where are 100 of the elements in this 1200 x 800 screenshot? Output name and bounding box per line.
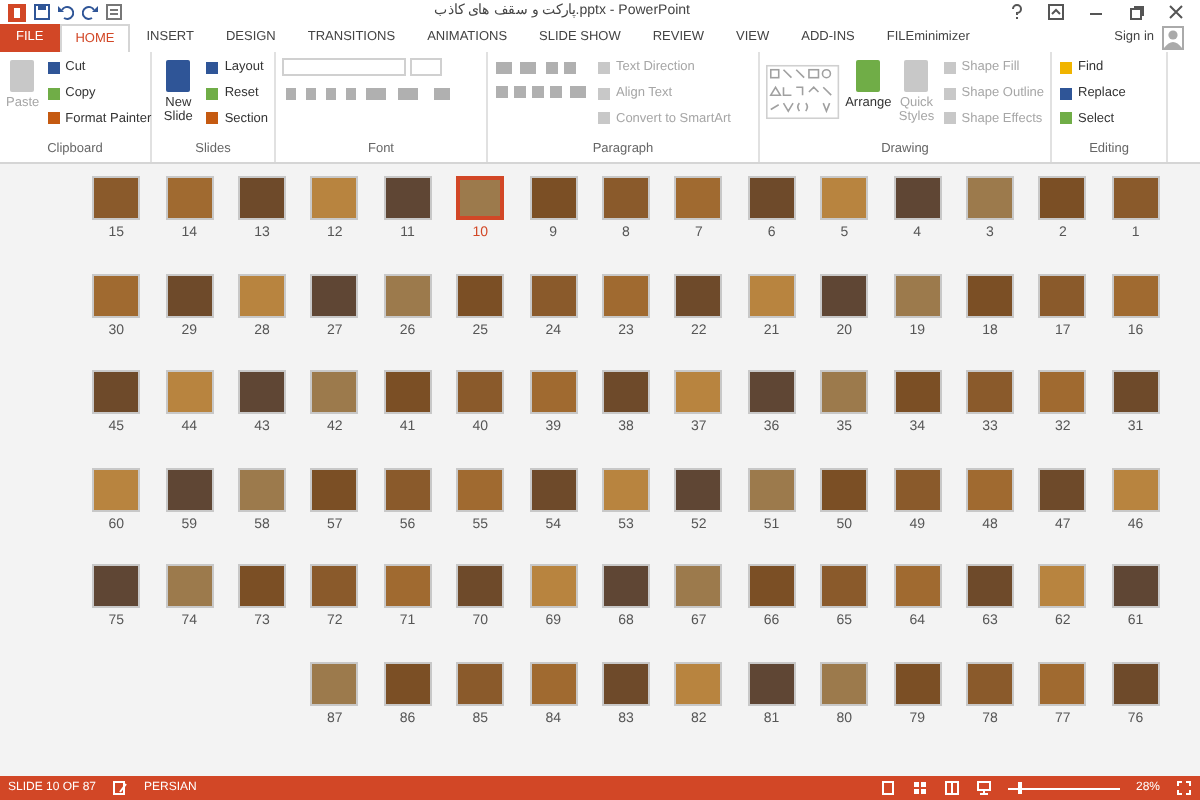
slide-thumbnail[interactable] bbox=[165, 176, 214, 220]
ribbon-display-icon[interactable] bbox=[1048, 4, 1064, 20]
slide-sorter-icon[interactable] bbox=[911, 780, 928, 796]
slide-thumbnail[interactable] bbox=[1111, 661, 1160, 705]
slide-thumbnail[interactable] bbox=[1038, 467, 1087, 511]
slide-thumbnail[interactable] bbox=[383, 273, 432, 317]
slide-thumbnail[interactable] bbox=[747, 467, 796, 511]
slide-thumbnail[interactable] bbox=[529, 564, 578, 608]
slide-thumbnail[interactable] bbox=[747, 661, 796, 705]
slide-thumbnail[interactable] bbox=[1038, 564, 1087, 608]
slide-thumbnail[interactable] bbox=[893, 370, 942, 414]
slide-thumbnail[interactable] bbox=[893, 564, 942, 608]
slide-thumbnail[interactable] bbox=[237, 370, 286, 414]
slide-thumbnail[interactable] bbox=[601, 273, 650, 317]
slide-thumbnail[interactable] bbox=[1038, 176, 1087, 220]
slide-thumbnail[interactable] bbox=[965, 273, 1014, 317]
slide-thumbnail[interactable] bbox=[893, 661, 942, 705]
slide-thumbnail[interactable] bbox=[747, 564, 796, 608]
slide-thumbnail[interactable] bbox=[601, 467, 650, 511]
slide-thumbnail[interactable] bbox=[1111, 273, 1160, 317]
slide-thumbnail[interactable] bbox=[965, 564, 1014, 608]
notes-icon[interactable] bbox=[112, 780, 129, 796]
slide-thumbnail[interactable] bbox=[456, 564, 505, 608]
slide-thumbnail[interactable] bbox=[820, 661, 869, 705]
slide-thumbnail[interactable] bbox=[310, 467, 359, 511]
slide-thumbnail[interactable] bbox=[601, 176, 650, 220]
slide-thumbnail[interactable] bbox=[1111, 176, 1160, 220]
slide-thumbnail[interactable] bbox=[601, 564, 650, 608]
slide-thumbnail[interactable] bbox=[92, 467, 141, 511]
reading-view-icon[interactable] bbox=[943, 780, 960, 796]
slide-thumbnail[interactable] bbox=[456, 273, 505, 317]
slide-thumbnail[interactable] bbox=[893, 176, 942, 220]
slide-thumbnail[interactable] bbox=[893, 467, 942, 511]
slide-thumbnail[interactable] bbox=[674, 370, 723, 414]
help-icon[interactable] bbox=[1010, 4, 1024, 20]
slide-thumbnail[interactable] bbox=[1111, 467, 1160, 511]
slide-thumbnail[interactable] bbox=[310, 176, 359, 220]
save-icon[interactable] bbox=[34, 4, 50, 20]
slide-thumbnail[interactable] bbox=[529, 370, 578, 414]
slide-thumbnail[interactable] bbox=[820, 467, 869, 511]
slide-thumbnail[interactable] bbox=[165, 467, 214, 511]
zoom-slider[interactable] bbox=[1007, 780, 1120, 796]
slide-thumbnail[interactable] bbox=[1038, 370, 1087, 414]
slide-thumbnail[interactable] bbox=[674, 467, 723, 511]
slide-thumbnail[interactable] bbox=[237, 273, 286, 317]
slide-thumbnail[interactable] bbox=[674, 273, 723, 317]
restore-icon[interactable] bbox=[1128, 4, 1144, 20]
slide-thumbnail[interactable] bbox=[601, 661, 650, 705]
slide-thumbnail[interactable] bbox=[965, 467, 1014, 511]
font-size-field[interactable] bbox=[410, 58, 442, 76]
slide-thumbnail[interactable] bbox=[310, 273, 359, 317]
slide-thumbnail[interactable] bbox=[1111, 564, 1160, 608]
slide-thumbnail[interactable] bbox=[747, 176, 796, 220]
slide-thumbnail[interactable] bbox=[92, 564, 141, 608]
slide-thumbnail[interactable] bbox=[383, 176, 432, 220]
slide-thumbnail[interactable] bbox=[237, 467, 286, 511]
slide-thumbnail[interactable] bbox=[310, 564, 359, 608]
slide-thumbnail[interactable] bbox=[965, 661, 1014, 705]
slide-thumbnail[interactable] bbox=[601, 370, 650, 414]
slide-thumbnail[interactable] bbox=[383, 370, 432, 414]
slide-thumbnail[interactable] bbox=[383, 467, 432, 511]
slide-thumbnail[interactable] bbox=[674, 661, 723, 705]
slide-thumbnail[interactable] bbox=[820, 273, 869, 317]
slide-thumbnail[interactable] bbox=[529, 467, 578, 511]
slide-thumbnail[interactable] bbox=[529, 176, 578, 220]
slide-thumbnail[interactable] bbox=[456, 370, 505, 414]
slide-thumbnail[interactable] bbox=[383, 564, 432, 608]
slide-thumbnail[interactable] bbox=[965, 176, 1014, 220]
undo-icon[interactable] bbox=[58, 4, 74, 20]
slide-thumbnail[interactable] bbox=[92, 273, 141, 317]
slide-thumbnail[interactable] bbox=[747, 370, 796, 414]
slide-thumbnail[interactable] bbox=[965, 370, 1014, 414]
zoom-slider-thumb[interactable] bbox=[1018, 782, 1023, 794]
slide-thumbnail[interactable] bbox=[92, 176, 141, 220]
slide-thumbnail[interactable] bbox=[456, 176, 505, 220]
slide-thumbnail[interactable] bbox=[456, 467, 505, 511]
slide-thumbnail[interactable] bbox=[529, 661, 578, 705]
normal-view-icon[interactable] bbox=[879, 780, 896, 796]
slide-thumbnail[interactable] bbox=[674, 176, 723, 220]
redo-icon[interactable] bbox=[82, 4, 98, 20]
slide-thumbnail[interactable] bbox=[310, 370, 359, 414]
slide-thumbnail[interactable] bbox=[165, 273, 214, 317]
slide-thumbnail[interactable] bbox=[1038, 661, 1087, 705]
slide-thumbnail[interactable] bbox=[529, 273, 578, 317]
slide-thumbnail[interactable] bbox=[237, 176, 286, 220]
slide-thumbnail[interactable] bbox=[820, 176, 869, 220]
slide-thumbnail[interactable] bbox=[820, 564, 869, 608]
slide-thumbnail[interactable] bbox=[1111, 370, 1160, 414]
slide-thumbnail[interactable] bbox=[747, 273, 796, 317]
slide-thumbnail[interactable] bbox=[165, 370, 214, 414]
close-icon[interactable] bbox=[1168, 4, 1184, 20]
slide-thumbnail[interactable] bbox=[1038, 273, 1087, 317]
slide-thumbnail[interactable] bbox=[674, 564, 723, 608]
fit-to-window-icon[interactable] bbox=[1176, 780, 1192, 796]
slide-thumbnail[interactable] bbox=[92, 370, 141, 414]
slide-thumbnail[interactable] bbox=[383, 661, 432, 705]
slide-thumbnail[interactable] bbox=[165, 564, 214, 608]
font-name-field[interactable] bbox=[282, 58, 406, 76]
slide-thumbnail[interactable] bbox=[820, 370, 869, 414]
slide-thumbnail[interactable] bbox=[893, 273, 942, 317]
